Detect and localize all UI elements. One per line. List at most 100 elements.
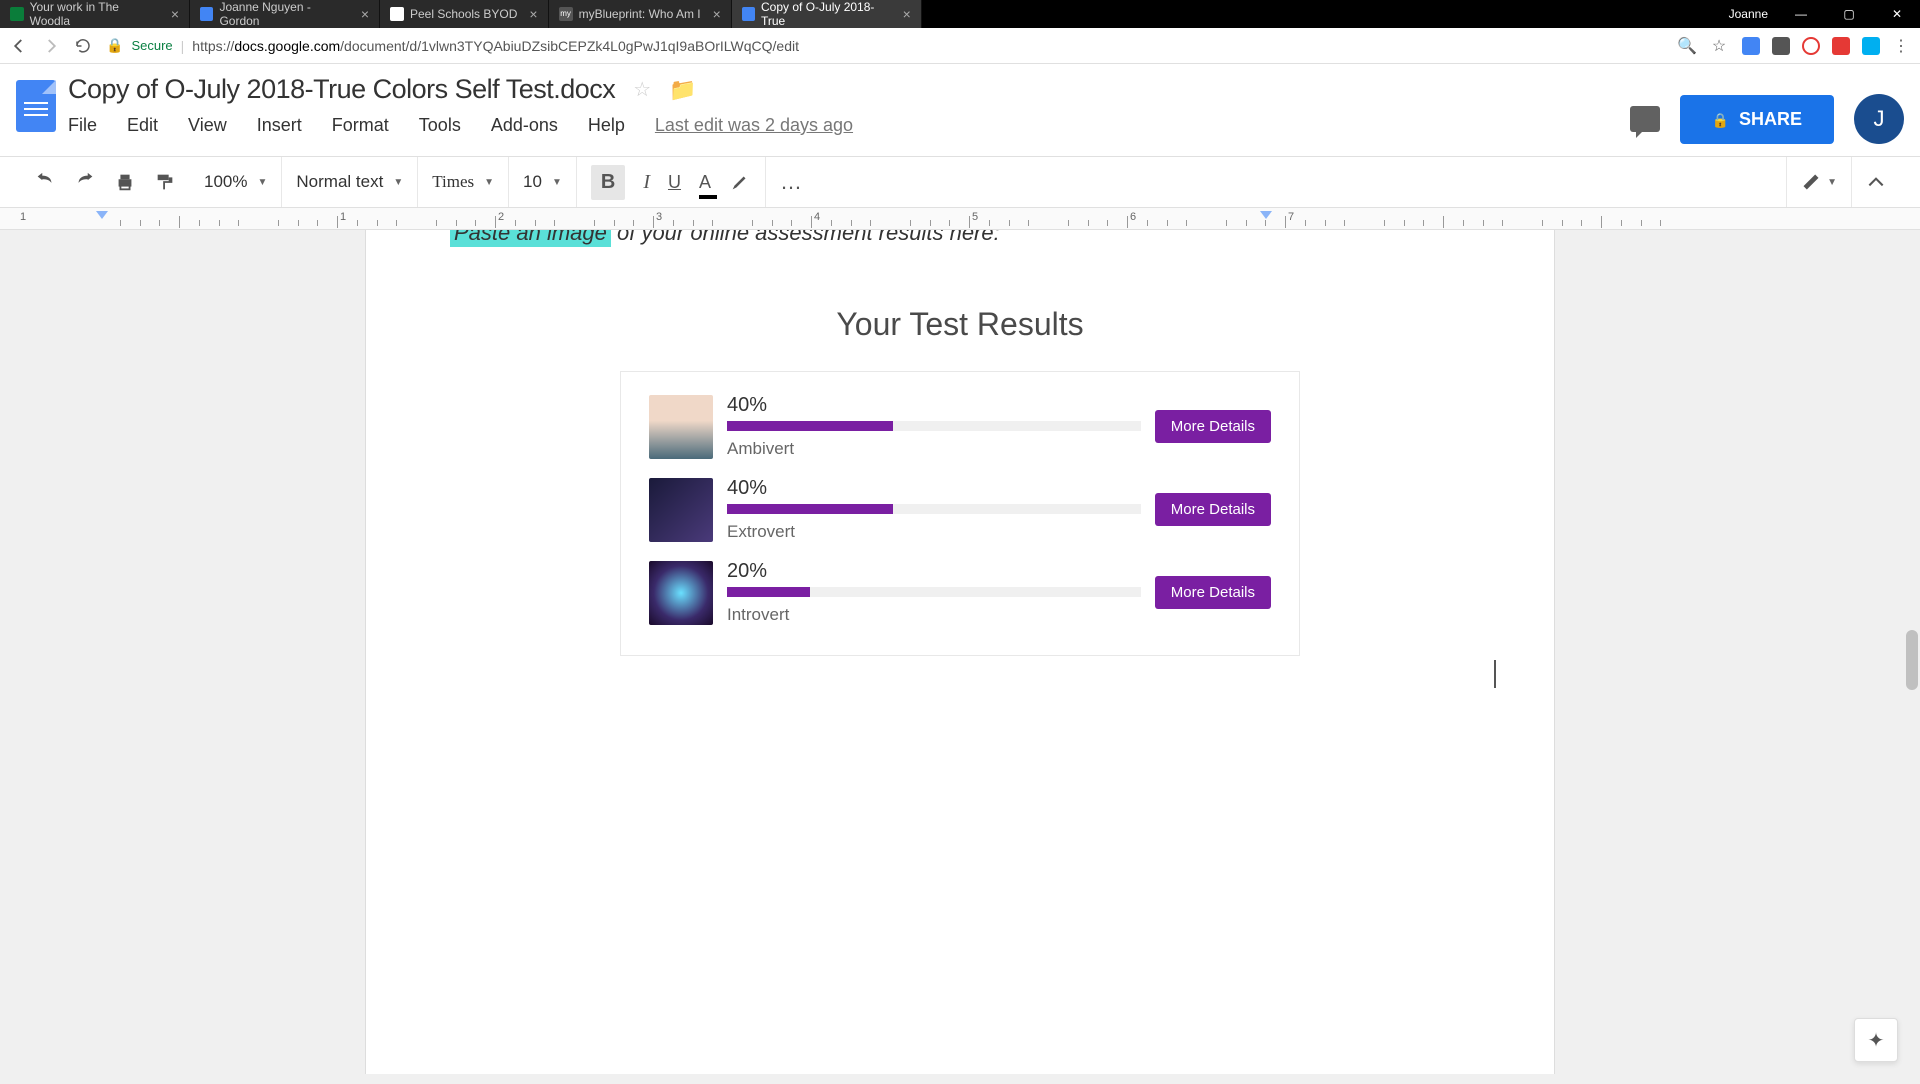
avatar[interactable]: J (1854, 94, 1904, 144)
browser-tab[interactable]: Your work in The Woodla × (0, 0, 190, 28)
ruler-number: 3 (656, 211, 662, 223)
close-window-button[interactable]: ✕ (1874, 0, 1920, 28)
paragraph-style-select[interactable]: Normal text ▼ (296, 172, 403, 192)
ruler-number: 1 (20, 211, 26, 223)
address-bar: 🔒 Secure | https://docs.google.com/docum… (0, 28, 1920, 64)
explore-button[interactable]: ✦ (1854, 1018, 1898, 1062)
back-button[interactable] (10, 37, 28, 55)
tab-label: myBlueprint: Who Am I (579, 7, 701, 21)
browser-tab[interactable]: my myBlueprint: Who Am I × (549, 0, 732, 28)
text-color-button[interactable]: A (699, 172, 711, 193)
document-title[interactable]: Copy of O-July 2018-True Colors Self Tes… (68, 74, 615, 105)
document-canvas[interactable]: Paste an image of your online assessment… (0, 230, 1920, 1084)
ruler[interactable]: 11234567 (0, 208, 1920, 230)
zoom-icon[interactable]: 🔍 (1678, 37, 1696, 55)
browser-profile[interactable]: Joanne (1729, 7, 1768, 21)
embedded-image[interactable]: Your Test Results 40% Ambivert More Deta… (620, 306, 1300, 656)
tab-label: Joanne Nguyen - Gordon (219, 0, 348, 28)
maximize-button[interactable]: ▢ (1826, 0, 1872, 28)
italic-button[interactable]: I (643, 171, 650, 194)
extension-icon[interactable] (1802, 37, 1820, 55)
url-field[interactable]: 🔒 Secure | https://docs.google.com/docum… (106, 37, 1664, 54)
document-text: Paste an image of your online assessment… (450, 230, 1470, 246)
docs-header: Copy of O-July 2018-True Colors Self Tes… (0, 64, 1920, 144)
progress-bar (727, 421, 1141, 431)
share-button[interactable]: SHARE (1680, 95, 1834, 144)
browser-tab[interactable]: Joanne Nguyen - Gordon × (190, 0, 380, 28)
redo-button[interactable] (74, 171, 96, 193)
tab-favicon (390, 7, 404, 21)
extension-icon[interactable] (1862, 37, 1880, 55)
menu-file[interactable]: File (68, 115, 97, 136)
close-icon[interactable]: × (713, 6, 721, 22)
menu-format[interactable]: Format (332, 115, 389, 136)
comments-icon[interactable] (1630, 106, 1660, 132)
paint-format-button[interactable] (154, 171, 176, 193)
result-thumbnail (649, 561, 713, 625)
undo-button[interactable] (34, 171, 56, 193)
close-icon[interactable]: × (361, 6, 369, 22)
menu-bar: File Edit View Insert Format Tools Add-o… (68, 115, 1618, 136)
tab-favicon (742, 7, 755, 21)
chevron-down-icon: ▼ (393, 177, 403, 188)
underline-button[interactable]: U (668, 172, 681, 193)
document-page: Paste an image of your online assessment… (365, 230, 1555, 1074)
results-heading: Your Test Results (620, 306, 1300, 343)
last-edit-link[interactable]: Last edit was 2 days ago (655, 115, 853, 136)
font-select[interactable]: Times ▼ (432, 172, 494, 192)
result-thumbnail (649, 478, 713, 542)
tab-label: Copy of O-July 2018-True (761, 0, 891, 28)
result-percentage: 40% (727, 394, 1141, 417)
menu-insert[interactable]: Insert (257, 115, 302, 136)
tab-favicon: my (559, 7, 573, 21)
result-row: 40% Extrovert More Details (649, 477, 1271, 542)
scroll-thumb[interactable] (1906, 630, 1918, 690)
lock-icon (1712, 109, 1729, 130)
result-label: Ambivert (727, 439, 1141, 459)
font-size-select[interactable]: 10 ▼ (523, 172, 562, 192)
browser-tab-active[interactable]: Copy of O-July 2018-True × (732, 0, 922, 28)
docs-logo-icon[interactable] (16, 80, 56, 132)
bold-button[interactable]: B (591, 165, 625, 200)
close-icon[interactable]: × (529, 6, 537, 22)
print-button[interactable] (114, 171, 136, 193)
secure-badge: Secure (131, 38, 172, 53)
star-icon[interactable]: ☆ (633, 77, 651, 102)
extension-icon[interactable] (1772, 37, 1790, 55)
close-icon[interactable]: × (171, 6, 179, 22)
minimize-button[interactable]: — (1778, 0, 1824, 28)
more-details-button: More Details (1155, 493, 1271, 526)
close-icon[interactable]: × (903, 6, 911, 22)
highlight-button[interactable] (729, 171, 751, 193)
formatting-toolbar: 100% ▼ Normal text ▼ Times ▼ 10 ▼ B I U … (0, 156, 1920, 208)
result-percentage: 40% (727, 477, 1141, 500)
menu-help[interactable]: Help (588, 115, 625, 136)
menu-addons[interactable]: Add-ons (491, 115, 558, 136)
ruler-number: 5 (972, 211, 978, 223)
extension-icon[interactable] (1742, 37, 1760, 55)
new-tab-button[interactable] (922, 0, 942, 28)
chrome-menu-icon[interactable]: ⋮ (1892, 37, 1910, 55)
menu-view[interactable]: View (188, 115, 227, 136)
ruler-number: 4 (814, 211, 820, 223)
editing-mode-button[interactable]: ▼ (1801, 172, 1837, 192)
bookmark-star-icon[interactable]: ☆ (1710, 37, 1728, 55)
vertical-scrollbar[interactable] (1904, 230, 1920, 1084)
menu-edit[interactable]: Edit (127, 115, 158, 136)
result-thumbnail (649, 395, 713, 459)
browser-tab[interactable]: Peel Schools BYOD × (380, 0, 549, 28)
forward-button[interactable] (42, 37, 60, 55)
zoom-select[interactable]: 100% ▼ (204, 172, 267, 192)
extension-icon[interactable] (1832, 37, 1850, 55)
progress-bar (727, 587, 1141, 597)
more-button[interactable]: … (780, 169, 804, 195)
more-details-button: More Details (1155, 410, 1271, 443)
left-indent-marker[interactable] (96, 211, 108, 225)
chevron-down-icon: ▼ (1827, 177, 1837, 188)
result-row: 40% Ambivert More Details (649, 394, 1271, 459)
tab-favicon (10, 7, 24, 21)
menu-tools[interactable]: Tools (419, 115, 461, 136)
reload-button[interactable] (74, 37, 92, 55)
collapse-toolbar-button[interactable] (1866, 172, 1886, 192)
folder-icon[interactable]: 📁 (669, 77, 696, 103)
